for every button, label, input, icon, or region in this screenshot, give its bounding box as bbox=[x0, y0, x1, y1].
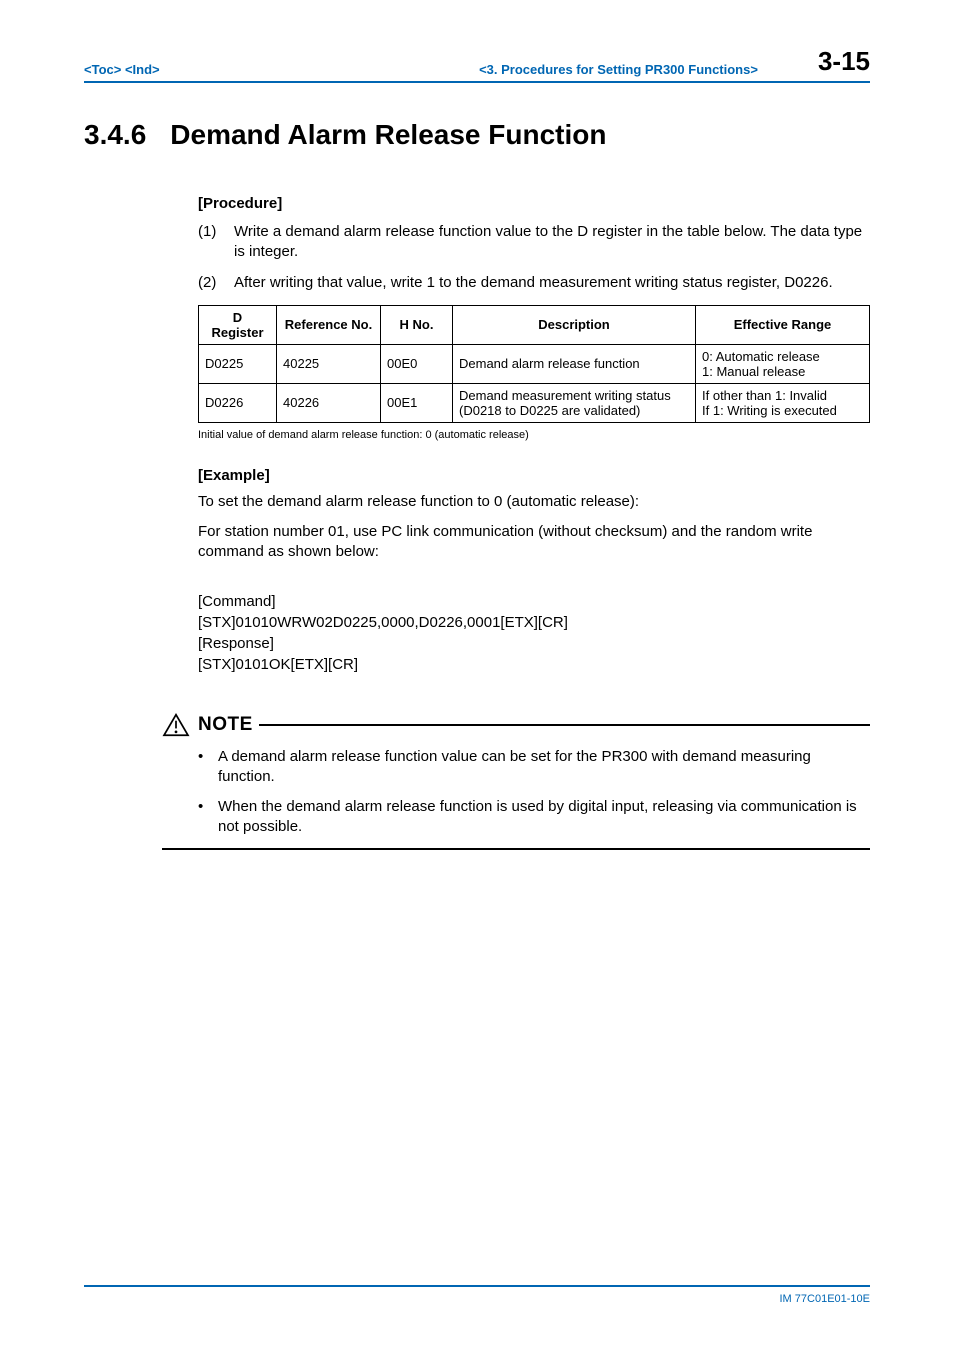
document-id: IM 77C01E01-10E bbox=[84, 1293, 870, 1305]
th-hno: H No. bbox=[381, 305, 453, 344]
procedure-step: (1) Write a demand alarm release functio… bbox=[198, 222, 870, 263]
note-block: NOTE A demand alarm release function val… bbox=[162, 713, 870, 850]
register-table: D Register Reference No. H No. Descripti… bbox=[198, 305, 870, 423]
header-nav: <Toc> <Ind> bbox=[84, 62, 160, 77]
cell-description: Demand measurement writing status (D0218… bbox=[453, 383, 696, 422]
cell-reference: 40225 bbox=[277, 344, 381, 383]
note-top-rule bbox=[259, 724, 870, 726]
cell-reference: 40226 bbox=[277, 383, 381, 422]
example-intro-1: To set the demand alarm release function… bbox=[198, 492, 870, 512]
step-number: (2) bbox=[198, 273, 234, 293]
cell-range: 0: Automatic release 1: Manual release bbox=[696, 344, 870, 383]
cell-dregister: D0226 bbox=[199, 383, 277, 422]
page-header: <Toc> <Ind> <3. Procedures for Setting P… bbox=[84, 46, 870, 83]
th-range: Effective Range bbox=[696, 305, 870, 344]
note-label: NOTE bbox=[198, 714, 253, 736]
section-title-text: Demand Alarm Release Function bbox=[170, 119, 606, 151]
toc-link[interactable]: <Toc> bbox=[84, 62, 121, 77]
warning-icon bbox=[162, 713, 190, 737]
cell-description: Demand alarm release function bbox=[453, 344, 696, 383]
note-bottom-rule bbox=[162, 848, 870, 850]
command-label: [Command] bbox=[198, 593, 870, 610]
cell-hno: 00E0 bbox=[381, 344, 453, 383]
cell-hno: 00E1 bbox=[381, 383, 453, 422]
procedure-step: (2) After writing that value, write 1 to… bbox=[198, 273, 870, 293]
command-text: [STX]01010WRW02D0225,0000,D0226,0001[ETX… bbox=[198, 614, 870, 631]
th-dregister: D Register bbox=[199, 305, 277, 344]
ind-link[interactable]: <Ind> bbox=[125, 62, 160, 77]
table-footnote: Initial value of demand alarm release fu… bbox=[198, 429, 870, 441]
step-text: After writing that value, write 1 to the… bbox=[234, 273, 833, 293]
page-footer: IM 77C01E01-10E bbox=[84, 1285, 870, 1305]
procedure-heading: [Procedure] bbox=[198, 195, 870, 212]
table-row: D0225 40225 00E0 Demand alarm release fu… bbox=[199, 344, 870, 383]
section-number: 3.4.6 bbox=[84, 119, 146, 151]
example-intro-2: For station number 01, use PC link commu… bbox=[198, 522, 870, 563]
th-description: Description bbox=[453, 305, 696, 344]
response-label: [Response] bbox=[198, 635, 870, 652]
th-reference: Reference No. bbox=[277, 305, 381, 344]
cell-dregister: D0225 bbox=[199, 344, 277, 383]
response-text: [STX]0101OK[ETX][CR] bbox=[198, 656, 870, 673]
section-heading: 3.4.6 Demand Alarm Release Function bbox=[84, 119, 870, 151]
footer-rule bbox=[84, 1285, 870, 1287]
step-text: Write a demand alarm release function va… bbox=[234, 222, 870, 263]
page-number: 3-15 bbox=[818, 46, 870, 77]
step-number: (1) bbox=[198, 222, 234, 263]
note-item: A demand alarm release function value ca… bbox=[198, 747, 870, 788]
note-item: When the demand alarm release function i… bbox=[198, 797, 870, 838]
cell-range: If other than 1: Invalid If 1: Writing i… bbox=[696, 383, 870, 422]
chapter-title[interactable]: <3. Procedures for Setting PR300 Functio… bbox=[160, 62, 818, 77]
table-row: D0226 40226 00E1 Demand measurement writ… bbox=[199, 383, 870, 422]
example-heading: [Example] bbox=[198, 467, 870, 484]
